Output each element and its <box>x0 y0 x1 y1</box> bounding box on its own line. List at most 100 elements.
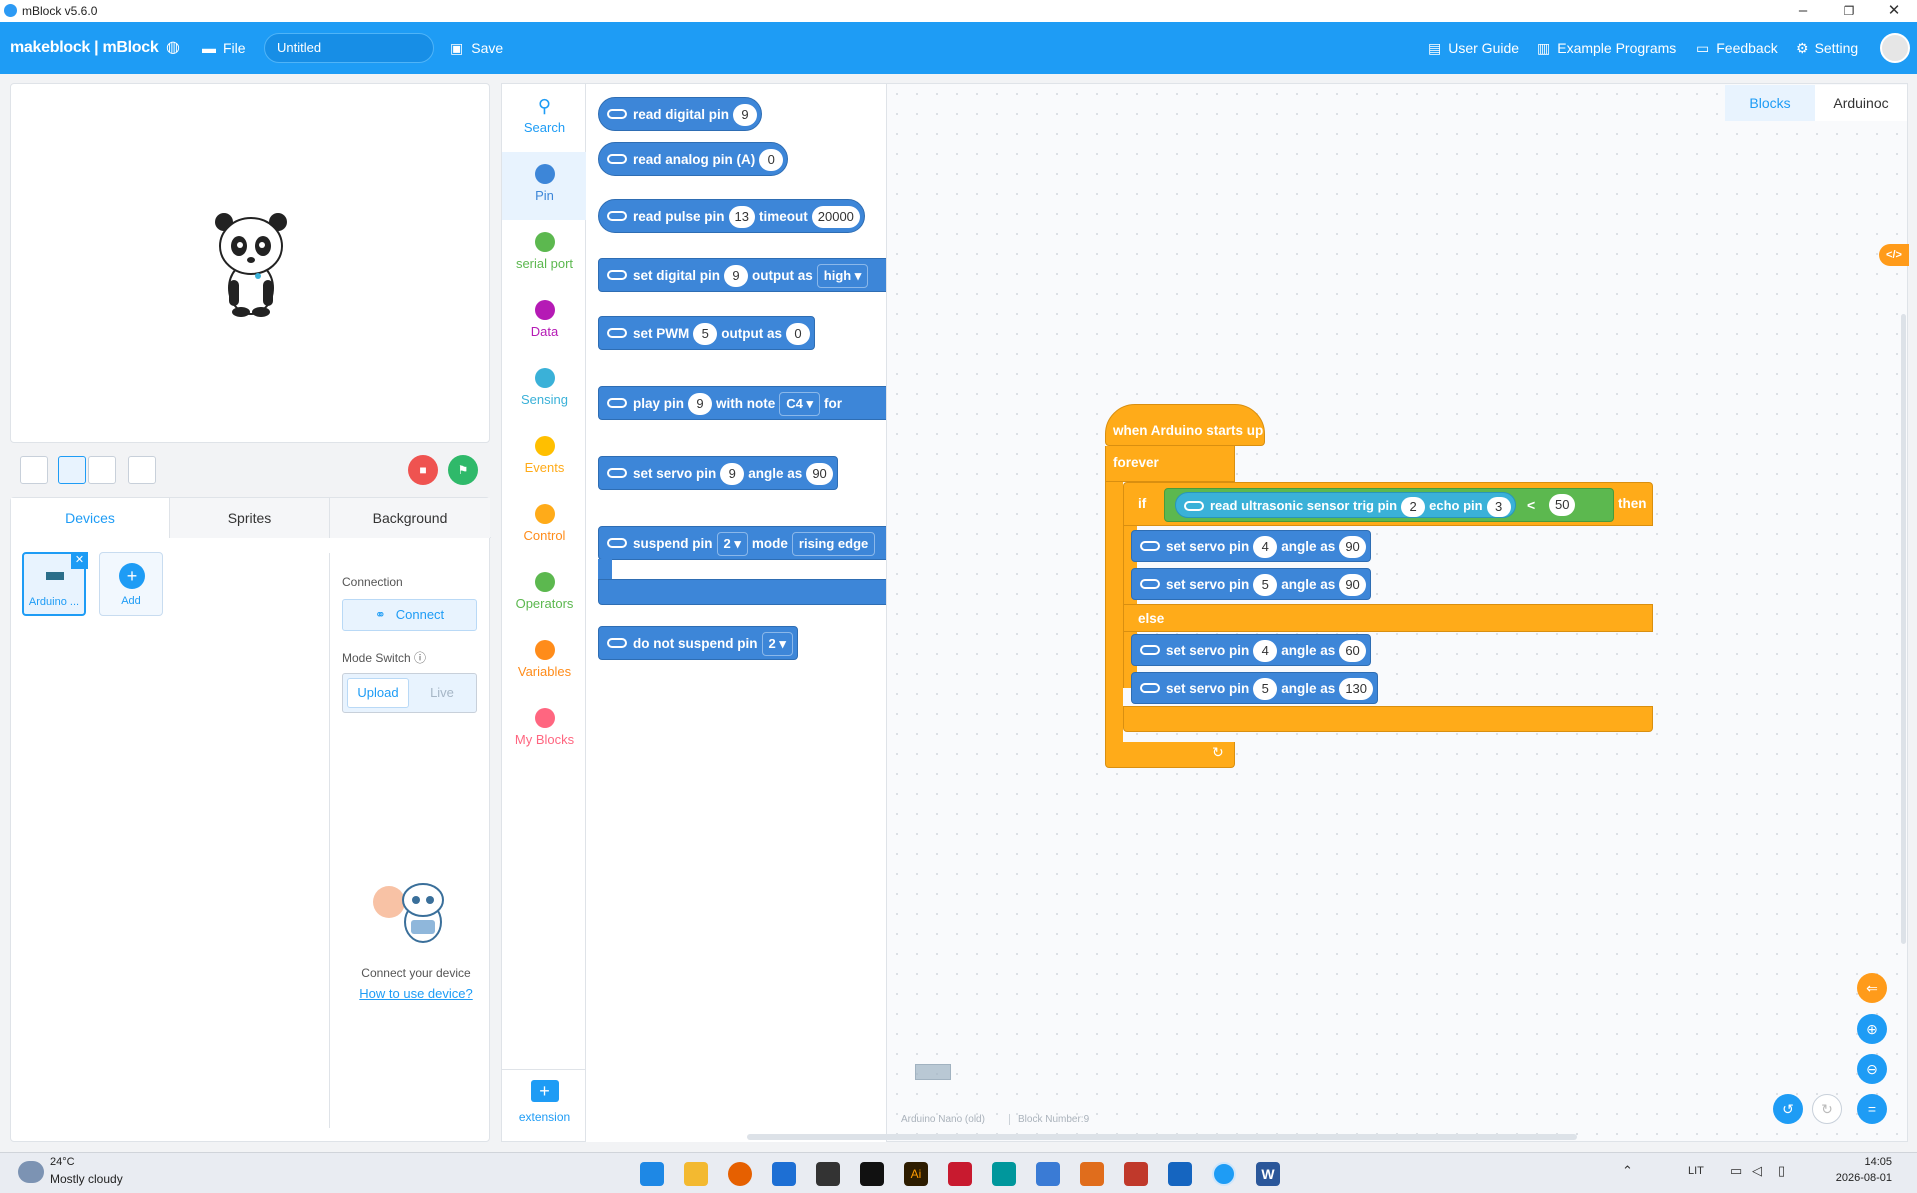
servo-pin-input[interactable]: 4 <box>1253 640 1278 663</box>
servo-pin-input[interactable]: 5 <box>1253 678 1278 701</box>
outlook-icon[interactable] <box>772 1162 796 1186</box>
category-my-blocks[interactable]: My Blocks <box>502 696 587 764</box>
stop-button[interactable]: ■ <box>408 455 438 485</box>
globe-icon[interactable]: ◍ <box>166 22 180 74</box>
category-sensing[interactable]: Sensing <box>502 356 587 424</box>
tab-sprites[interactable]: Sprites <box>170 498 330 538</box>
block-play-pin[interactable]: play pin 9 with note C4 ▾ for <box>598 386 886 420</box>
vertical-scrollbar[interactable] <box>1901 314 1906 944</box>
block-dropdown[interactable]: 2 ▾ <box>761 632 793 657</box>
tab-blocks[interactable]: Blocks <box>1725 85 1815 121</box>
stage-canvas[interactable] <box>10 83 490 443</box>
tab-arduinoc[interactable]: Arduinoc <box>1815 85 1907 121</box>
block-input[interactable]: 0 <box>786 323 811 346</box>
horizontal-scrollbar[interactable] <box>747 1134 1577 1140</box>
block-input[interactable]: 0 <box>759 149 784 172</box>
ultrasonic-reporter[interactable]: read ultrasonic sensor trig pin 2 echo pin… <box>1175 492 1516 518</box>
project-title-input[interactable]: Untitled <box>264 33 434 63</box>
block-input[interactable]: 9 <box>688 393 713 416</box>
if-servo-block-2[interactable]: set servo pin 5 angle as 90 <box>1131 568 1371 600</box>
block-dropdown[interactable]: 2 ▾ <box>716 532 748 557</box>
category-variables[interactable]: Variables <box>502 628 587 696</box>
feedback-button[interactable]: ▭ Feedback <box>1696 22 1778 74</box>
clock-time[interactable]: 14:05 <box>1832 1156 1892 1168</box>
block-input[interactable]: 9 <box>733 104 758 127</box>
volume-icon[interactable]: ◁ <box>1752 1163 1762 1179</box>
forever-block[interactable]: forever <box>1105 446 1235 482</box>
category-search[interactable]: ⚲ Search <box>502 84 587 152</box>
zoom-in-icon[interactable]: ⊕ <box>1857 1014 1887 1044</box>
block-dropdown[interactable]: C4 ▾ <box>779 392 821 417</box>
if-servo-block-1[interactable]: set servo pin 4 angle as 90 <box>1131 530 1371 562</box>
user-avatar[interactable] <box>1880 33 1910 63</box>
app-icon-blue[interactable] <box>1036 1162 1060 1186</box>
trig-pin-input[interactable]: 2 <box>1401 496 1426 517</box>
autocad-icon[interactable] <box>948 1162 972 1186</box>
servo-angle-input[interactable]: 90 <box>1339 536 1366 559</box>
network-icon[interactable]: ▭ <box>1730 1163 1742 1179</box>
close-icon[interactable]: ✕ <box>1871 0 1917 22</box>
user-guide-button[interactable]: ▤ User Guide <box>1428 22 1519 74</box>
mode-upload-button[interactable]: Upload <box>347 678 409 708</box>
firefox-icon[interactable] <box>728 1162 752 1186</box>
tray-chevron-icon[interactable]: ⌃ <box>1622 1163 1633 1179</box>
collapse-icon[interactable]: ⇐ <box>1857 973 1887 1003</box>
small-stage-icon[interactable] <box>58 456 86 484</box>
tab-devices[interactable]: Devices <box>11 498 170 538</box>
tab-background[interactable]: Background <box>330 498 490 538</box>
mblock-taskbar-icon[interactable] <box>1212 1162 1236 1186</box>
app-icon-red[interactable] <box>1124 1162 1148 1186</box>
zoom-reset-icon[interactable]: = <box>1857 1094 1887 1124</box>
hat-when-arduino-starts[interactable]: when Arduino starts up <box>1105 404 1265 446</box>
category-operators[interactable]: Operators <box>502 560 587 628</box>
block-input[interactable]: 5 <box>693 323 718 346</box>
battery-icon[interactable]: ▯ <box>1778 1163 1785 1179</box>
block-dropdown[interactable]: high ▾ <box>816 264 869 289</box>
servo-angle-input[interactable]: 90 <box>1339 574 1366 597</box>
word-icon[interactable]: W <box>1256 1162 1280 1186</box>
language-indicator[interactable]: LIT <box>1688 1165 1704 1177</box>
help-icon[interactable]: ⓘ <box>414 651 426 665</box>
extension-button[interactable]: + extension <box>502 1069 587 1143</box>
category-events[interactable]: Events <box>502 424 587 492</box>
add-device-button[interactable]: + Add <box>99 552 163 616</box>
connect-button[interactable]: ⚭ Connect <box>342 599 477 631</box>
panda-sprite[interactable] <box>211 210 291 320</box>
arduino-ide-icon[interactable] <box>992 1162 1016 1186</box>
block-do-not-suspend[interactable]: do not suspend pin 2 ▾ <box>598 626 798 660</box>
file-menu[interactable]: ▬ File <box>202 22 246 74</box>
block-set-digital-pin[interactable]: set digital pin 9 output as high ▾ <box>598 258 886 292</box>
block-input[interactable]: 20000 <box>811 206 860 229</box>
category-serial-port[interactable]: serial port <box>502 220 587 288</box>
setting-button[interactable]: ⚙ Setting <box>1796 22 1858 74</box>
fullscreen-icon[interactable] <box>20 456 48 484</box>
else-servo-block-2[interactable]: set servo pin 5 angle as 130 <box>1131 672 1379 704</box>
servo-angle-input[interactable]: 60 <box>1339 640 1366 663</box>
block-read-digital-pin[interactable]: read digital pin 9 <box>598 97 763 131</box>
block-read-analog-pin[interactable]: read analog pin (A) 0 <box>598 142 789 176</box>
compare-value-input[interactable]: 50 <box>1549 494 1576 516</box>
undo-icon[interactable]: ↺ <box>1773 1094 1803 1124</box>
block-set-servo-pin[interactable]: set servo pin 9 angle as 90 <box>598 456 838 490</box>
maximize-icon[interactable]: ❐ <box>1826 0 1872 22</box>
block-set-pwm[interactable]: set PWM 5 output as 0 <box>598 316 816 350</box>
servo-pin-input[interactable]: 5 <box>1253 574 1278 597</box>
servo-angle-input[interactable]: 130 <box>1339 678 1374 701</box>
grid-view-icon[interactable] <box>128 456 156 484</box>
minimize-icon[interactable]: – <box>1780 0 1826 22</box>
category-control[interactable]: Control <box>502 492 587 560</box>
large-stage-icon[interactable] <box>88 456 116 484</box>
block-read-pulse-pin[interactable]: read pulse pin 13 timeout 20000 <box>598 199 865 233</box>
redo-icon[interactable]: ↻ <box>1812 1094 1842 1124</box>
clock-date[interactable]: 2026-08-01 <box>1812 1172 1892 1184</box>
file-explorer-icon[interactable] <box>684 1162 708 1186</box>
app-icon-fin[interactable] <box>1168 1162 1192 1186</box>
echo-pin-input[interactable]: 3 <box>1486 496 1511 517</box>
else-servo-block-1[interactable]: set servo pin 4 angle as 60 <box>1131 634 1371 666</box>
block-dropdown[interactable]: rising edge <box>791 532 876 557</box>
device-card-arduino[interactable]: Arduino ... ✕ <box>22 552 88 616</box>
remove-device-icon[interactable]: ✕ <box>71 552 88 569</box>
block-input[interactable]: 90 <box>806 463 833 486</box>
app-icon-pen[interactable] <box>816 1162 840 1186</box>
start-icon[interactable] <box>640 1162 664 1186</box>
